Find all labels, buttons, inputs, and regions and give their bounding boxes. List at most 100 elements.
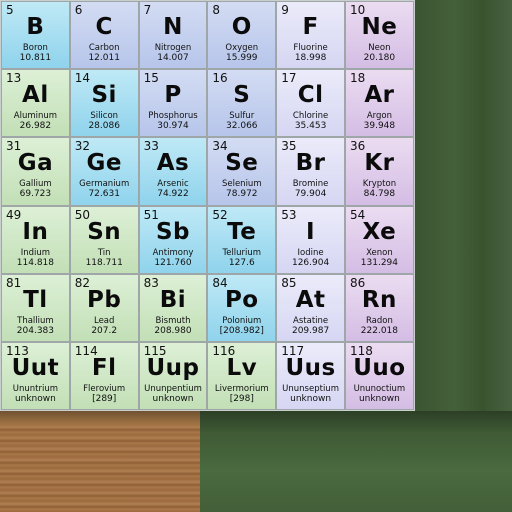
element-weight: 121.760 bbox=[154, 257, 192, 268]
element-weight: 84.798 bbox=[363, 189, 396, 200]
element-name: Antimony bbox=[152, 247, 194, 258]
element-symbol: Br bbox=[295, 150, 326, 177]
element-symbol: Te bbox=[227, 218, 257, 245]
element-name: Ununoctium bbox=[353, 384, 406, 394]
element-weight: 35.453 bbox=[294, 121, 327, 132]
element-symbol: Xe bbox=[362, 218, 397, 245]
element-symbol: At bbox=[295, 286, 326, 313]
element-tile: 6 C Carbon 12.011 bbox=[69, 1, 139, 70]
element-symbol: Lv bbox=[226, 355, 258, 381]
element-tile: 32 Ge Germanium 72.631 bbox=[69, 137, 139, 206]
element-name: Ununseptium bbox=[282, 384, 339, 394]
element-name: Argon bbox=[366, 111, 392, 122]
element-symbol: As bbox=[156, 150, 190, 177]
element-tile: 7 N Nitrogen 14.007 bbox=[138, 1, 208, 70]
element-symbol: Fl bbox=[91, 355, 117, 381]
element-symbol: Ge bbox=[86, 150, 122, 177]
element-symbol: Si bbox=[91, 82, 117, 109]
element-tile: 10 Ne Neon 20.180 bbox=[345, 1, 414, 70]
element-tile: 15 P Phosphorus 30.974 bbox=[138, 69, 208, 138]
element-name: Silicon bbox=[90, 111, 119, 122]
element-symbol: In bbox=[22, 218, 49, 245]
element-symbol: Tl bbox=[23, 286, 48, 313]
element-weight: 12.011 bbox=[88, 53, 120, 63]
element-symbol: F bbox=[302, 14, 319, 40]
element-tile: 17 Cl Chlorine 35.453 bbox=[276, 69, 345, 138]
element-symbol: Ne bbox=[361, 14, 398, 40]
element-tile: 35 Br Bromine 79.904 bbox=[276, 137, 345, 206]
element-weight: 32.066 bbox=[226, 121, 258, 132]
element-symbol: Uus bbox=[285, 355, 336, 381]
element-weight: 18.998 bbox=[294, 53, 327, 63]
element-weight: [298] bbox=[229, 394, 254, 404]
element-name: Thallium bbox=[17, 315, 54, 326]
element-name: Gallium bbox=[19, 179, 52, 190]
element-tile: 117 Uus Ununseptium unknown bbox=[276, 342, 345, 411]
element-symbol: Pb bbox=[87, 286, 122, 313]
element-tile: 54 Xe Xenon 131.294 bbox=[345, 205, 414, 274]
element-weight: unknown bbox=[290, 394, 332, 404]
element-weight: 209.987 bbox=[291, 325, 330, 336]
element-name: Germanium bbox=[79, 179, 130, 190]
element-tile: 81 Tl Thallium 204.383 bbox=[1, 273, 70, 342]
element-name: Bromine bbox=[292, 179, 329, 190]
element-name: Ununtrium bbox=[12, 384, 59, 394]
element-name: Selenium bbox=[221, 179, 262, 190]
element-tile: 9 F Fluorine 18.998 bbox=[276, 1, 345, 70]
element-symbol: P bbox=[164, 82, 182, 109]
element-name: Sulfur bbox=[229, 111, 255, 122]
element-weight: unknown bbox=[14, 394, 56, 404]
element-symbol: N bbox=[163, 14, 183, 40]
element-weight: 10.811 bbox=[19, 53, 52, 63]
element-weight: 14.007 bbox=[157, 53, 189, 63]
element-weight: unknown bbox=[152, 394, 194, 404]
element-tile: 53 I Iodine 126.904 bbox=[276, 205, 345, 274]
element-weight: 39.948 bbox=[363, 121, 396, 132]
element-tile: 31 Ga Gallium 69.723 bbox=[1, 137, 70, 206]
element-weight: 114.818 bbox=[16, 257, 54, 268]
element-name: Iodine bbox=[297, 247, 324, 258]
element-symbol: Po bbox=[224, 286, 259, 313]
element-weight: 222.018 bbox=[360, 325, 398, 336]
element-weight: 208.980 bbox=[154, 325, 192, 336]
element-name: Radon bbox=[365, 315, 393, 326]
element-symbol: Bi bbox=[159, 286, 187, 313]
element-weight: [208.982] bbox=[219, 325, 264, 336]
chalkboard-background bbox=[415, 0, 512, 411]
element-weight: [289] bbox=[92, 394, 117, 404]
element-weight: unknown bbox=[358, 394, 400, 404]
element-name: Carbon bbox=[88, 43, 120, 53]
element-tile: 5 B Boron 10.811 bbox=[1, 1, 70, 70]
element-tile: 14 Si Silicon 28.086 bbox=[69, 69, 139, 138]
element-weight: 126.904 bbox=[291, 257, 330, 268]
element-symbol: B bbox=[26, 14, 45, 40]
element-weight: 131.294 bbox=[360, 257, 398, 268]
element-tile: 82 Pb Lead 207.2 bbox=[69, 273, 139, 342]
element-tile: 13 Al Aluminum 26.982 bbox=[1, 69, 70, 138]
element-symbol: Al bbox=[22, 82, 49, 109]
element-name: Bismuth bbox=[155, 315, 191, 326]
element-symbol: Rn bbox=[361, 286, 397, 313]
element-symbol: Se bbox=[225, 150, 259, 177]
element-tile: 49 In Indium 114.818 bbox=[1, 205, 70, 274]
element-name: Indium bbox=[20, 247, 51, 258]
element-tile: 51 Sb Antimony 121.760 bbox=[138, 205, 208, 274]
element-weight: 72.631 bbox=[88, 189, 120, 200]
element-name: Nitrogen bbox=[154, 43, 192, 53]
element-weight: 28.086 bbox=[88, 121, 120, 132]
element-tile: 8 O Oxygen 15.999 bbox=[207, 1, 277, 70]
element-name: Oxygen bbox=[225, 43, 259, 53]
element-name: Fluorine bbox=[293, 43, 328, 53]
element-symbol: S bbox=[233, 82, 251, 109]
element-tile: 85 At Astatine 209.987 bbox=[276, 273, 345, 342]
wooden-shelf bbox=[0, 411, 200, 512]
element-tile: 18 Ar Argon 39.948 bbox=[345, 69, 414, 138]
wooden-shelf-edge bbox=[0, 411, 200, 425]
element-symbol: I bbox=[306, 218, 316, 245]
element-name: Tellurium bbox=[222, 247, 262, 258]
element-weight: 69.723 bbox=[19, 189, 52, 200]
element-name: Neon bbox=[368, 43, 391, 53]
element-name: Boron bbox=[22, 43, 48, 53]
element-tile: 50 Sn Tin 118.711 bbox=[69, 205, 139, 274]
element-tile: 86 Rn Radon 222.018 bbox=[345, 273, 414, 342]
